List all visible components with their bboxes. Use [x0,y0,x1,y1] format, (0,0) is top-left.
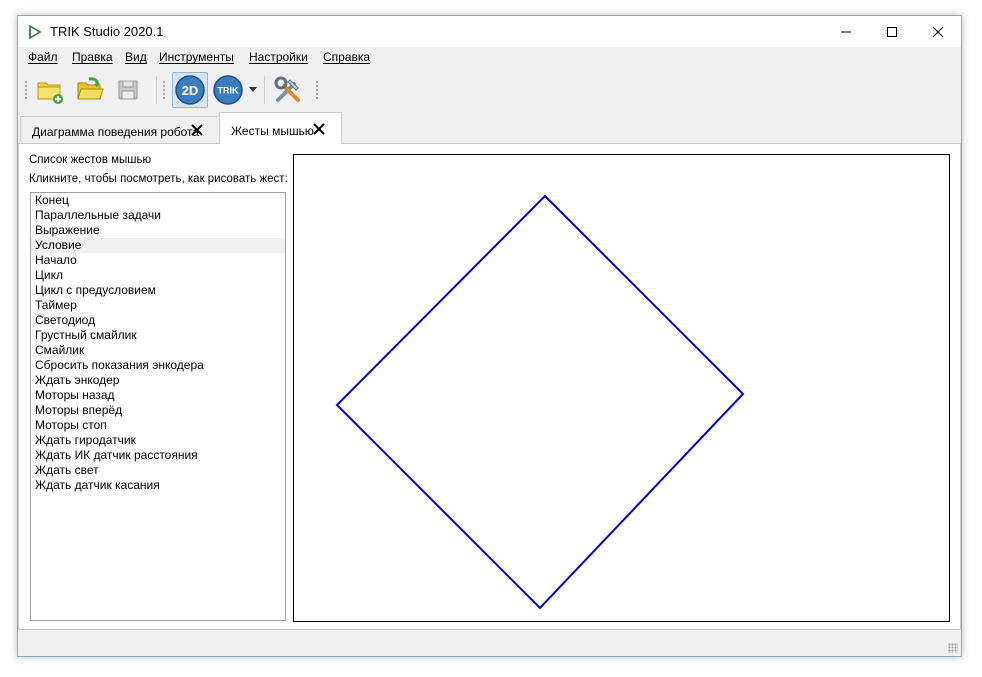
tab-robot-behavior-diagram[interactable]: Диаграмма поведения робота [20,116,221,142]
new-project-button[interactable] [32,72,68,108]
mode-2d-icon: 2D [175,75,205,105]
tab-bar: Диаграмма поведения робота Жесты мышью [18,112,961,144]
list-item[interactable]: Цикл с предусловием [31,283,285,298]
list-item[interactable]: Ждать энкодер [31,373,285,388]
save-icon [118,80,138,100]
minimize-button[interactable] [823,16,869,47]
svg-text:TRIK: TRIK [218,86,239,96]
gestures-page: Список жестов мышью Кликните, чтобы посм… [18,143,961,630]
trik-robot-button[interactable]: TRIK [210,72,246,108]
robot-model-dropdown[interactable] [246,72,260,108]
toolbar-grip[interactable] [24,80,28,100]
maximize-button[interactable] [869,16,915,47]
list-item[interactable]: Моторы вперёд [31,403,285,418]
close-tab-icon[interactable] [190,123,204,137]
tab-label: Диаграмма поведения робота [32,125,200,139]
list-item[interactable]: Ждать ИК датчик расстояния [31,448,285,463]
toolbar-grip[interactable] [162,80,166,100]
menu-tools[interactable]: Инструменты [159,50,234,64]
app-logo-icon [29,24,42,40]
window-title: TRIK Studio 2020.1 [50,24,164,39]
list-item[interactable]: Смайлик [31,343,285,358]
list-item[interactable]: Таймер [31,298,285,313]
menu-file[interactable]: Файл [28,50,58,64]
menu-help[interactable]: Справка [323,50,370,64]
tab-label: Жесты мышью [231,124,314,138]
settings-button[interactable] [270,72,306,108]
tab-mouse-gestures[interactable]: Жесты мышью [219,112,342,144]
gesture-preview-svg [335,194,745,610]
close-window-button[interactable] [915,16,961,47]
save-button[interactable] [110,72,146,108]
menu-settings[interactable]: Настройки [249,50,308,64]
gesture-preview-canvas [293,154,950,622]
trik-robot-icon: TRIK [213,75,243,105]
minimize-icon [841,31,851,32]
toolbar-grip[interactable] [315,80,319,100]
open-project-button[interactable] [72,72,108,108]
status-bar [18,630,961,656]
list-item[interactable]: Конец [31,193,285,208]
list-item[interactable]: Выражение [31,223,285,238]
resize-grip[interactable] [948,643,958,653]
close-icon [932,26,944,37]
list-item[interactable]: Моторы стоп [31,418,285,433]
list-item[interactable]: Грустный смайлик [31,328,285,343]
new-project-icon [37,82,63,104]
mode-2d-button[interactable]: 2D [172,72,208,108]
menu-edit[interactable]: Правка [72,50,113,64]
gestures-list-title: Список жестов мышью [29,154,152,166]
maximize-icon [887,26,897,37]
list-item[interactable]: Параллельные задачи [31,208,285,223]
list-item[interactable]: Начало [31,253,285,268]
settings-tools-icon [274,76,300,102]
list-item[interactable]: Моторы назад [31,388,285,403]
list-item[interactable]: Ждать датчик касания [31,478,285,493]
open-folder-icon [77,77,104,100]
menu-view[interactable]: Вид [125,50,147,64]
list-item[interactable]: Условие [31,238,285,253]
list-item[interactable]: Светодиод [31,313,285,328]
list-item[interactable]: Цикл [31,268,285,283]
toolbar-separator [264,76,265,104]
toolbar: 2D TRIK [18,68,961,112]
close-tab-icon[interactable] [312,122,326,136]
menu-bar: Файл Правка Вид Инструменты Настройки Сп… [18,47,961,68]
title-bar[interactable]: TRIK Studio 2020.1 [18,16,961,47]
list-item[interactable]: Сбросить показания энкодера [31,358,285,373]
gestures-hint: Кликните, чтобы посмотреть, как рисовать… [29,173,288,185]
gestures-list[interactable]: Конец Параллельные задачи Выражение Условие… [30,192,286,621]
list-item[interactable]: Ждать свет [31,463,285,478]
svg-text:2D: 2D [182,83,199,98]
toolbar-separator [156,76,157,104]
app-window: TRIK Studio 2020.1 Файл Правка Вид Инстр… [17,15,962,657]
list-item[interactable]: Ждать гиродатчик [31,433,285,448]
gesture-diamond-shape [335,194,745,610]
chevron-down-icon [249,87,257,92]
